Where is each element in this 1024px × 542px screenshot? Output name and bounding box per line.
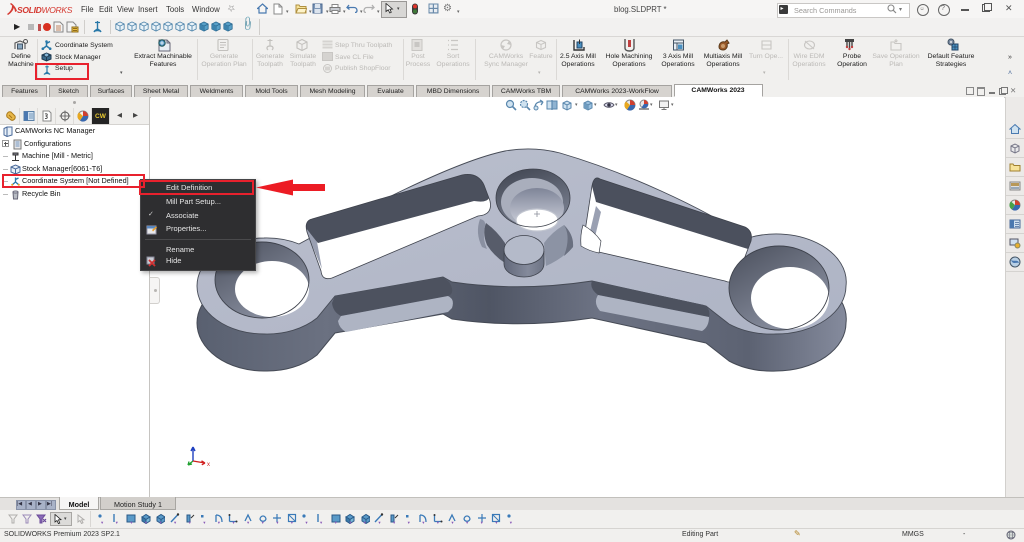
svg-text:x: x <box>207 462 210 468</box>
